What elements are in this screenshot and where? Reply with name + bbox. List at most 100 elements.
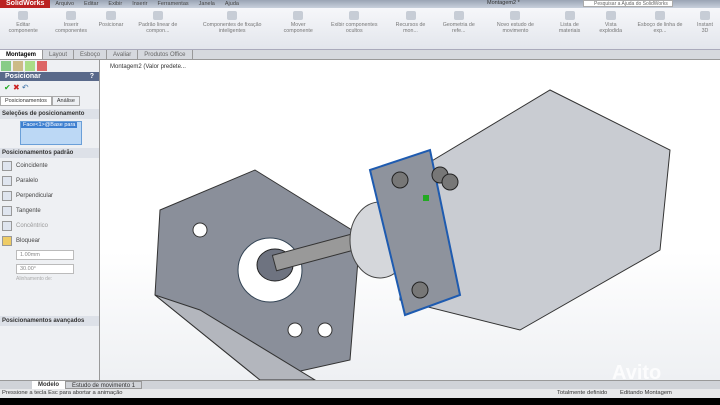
- label: Exibir componentes ocultos: [330, 22, 378, 34]
- status-message: Pressione a tecla Esc para abortar a ani…: [2, 390, 123, 396]
- advanced-mates-header[interactable]: Posicionamentos avançados: [0, 316, 99, 326]
- cancel-icon[interactable]: ✖: [13, 83, 20, 92]
- smart-fasteners-button[interactable]: Componentes de fixação inteligentes: [190, 8, 275, 49]
- new-motion-study-button[interactable]: Novo estudo de movimento: [483, 8, 548, 49]
- manager-tabs: [0, 60, 99, 72]
- tab-avaliar[interactable]: Avaliar: [107, 50, 139, 59]
- mate-lock[interactable]: Bloquear: [0, 233, 99, 248]
- features-icon: [405, 11, 416, 20]
- insert-components-button[interactable]: Inserir componentes: [46, 8, 96, 49]
- command-manager: Editar componente Inserir componentes Po…: [0, 8, 720, 50]
- label: Lista de materiais: [558, 22, 581, 34]
- label: Inserir componentes: [55, 22, 88, 34]
- tab-modelo[interactable]: Modelo: [32, 381, 65, 389]
- title-bar: SolidWorks Arquivo Editar Exibir Inserir…: [0, 0, 720, 8]
- tab-posicionamentos[interactable]: Posicionamentos: [0, 96, 52, 106]
- panel-title: Posicionar?: [0, 72, 99, 81]
- assembly-model: [154, 89, 671, 380]
- menu-inserir[interactable]: Inserir: [127, 1, 152, 7]
- label: Novo estudo de movimento: [496, 22, 534, 34]
- tab-motion-study[interactable]: Estudo de movimento 1: [65, 381, 143, 389]
- concentric-icon: [2, 220, 12, 231]
- bom-icon: [564, 11, 575, 20]
- explode-line-sketch-button[interactable]: Esboço de linha de exp...: [630, 8, 690, 49]
- perpendicular-icon: [2, 190, 12, 201]
- sketch-icon: [654, 11, 665, 20]
- menu-editar[interactable]: Editar: [79, 1, 103, 7]
- linear-pattern-button[interactable]: Padrão linear de compon...: [126, 8, 190, 49]
- parallel-icon: [2, 175, 12, 186]
- label: Componentes de fixação inteligentes: [202, 22, 262, 34]
- edit-component-icon: [18, 11, 29, 20]
- status-defined: Totalmente definido: [557, 390, 608, 396]
- label: Concêntrico: [16, 222, 49, 229]
- help-search-input[interactable]: Pesquisar a Ajuda do SolidWorks: [583, 0, 673, 7]
- label: Mover componente: [283, 22, 313, 34]
- undo-icon[interactable]: ↶: [22, 83, 29, 92]
- label: Recursos de mon...: [395, 22, 426, 34]
- document-title: Montagem2 *: [487, 0, 520, 6]
- mate-parallel[interactable]: Paralelo: [0, 173, 99, 188]
- assembly-features-button[interactable]: Recursos de mon...: [387, 8, 435, 49]
- menu-arquivo[interactable]: Arquivo: [50, 1, 79, 7]
- menu-janela[interactable]: Janela: [194, 1, 220, 7]
- mate-concentric[interactable]: Concêntrico: [0, 218, 99, 233]
- app-logo: SolidWorks: [0, 0, 51, 8]
- bom-button[interactable]: Lista de materiais: [548, 8, 592, 49]
- mate-selections-list[interactable]: Face<1>@Base para: [20, 121, 82, 145]
- tab-layout[interactable]: Layout: [43, 50, 75, 59]
- configuration-manager-tab-icon[interactable]: [25, 61, 35, 71]
- alignment-label: Alinhamento de:: [16, 276, 53, 282]
- label: Coincidente: [16, 162, 48, 169]
- status-bar: Pressione a tecla Esc para abortar a ani…: [0, 389, 720, 398]
- coincident-icon: [2, 160, 12, 171]
- feature-manager-tab-icon[interactable]: [1, 61, 11, 71]
- tab-esboco[interactable]: Esboço: [74, 50, 108, 59]
- reference-geometry-button[interactable]: Geometria de refe...: [434, 8, 483, 49]
- ok-icon[interactable]: ✔: [4, 83, 11, 92]
- label: Perpendicular: [16, 192, 54, 199]
- angle-input[interactable]: 30.00°: [16, 264, 74, 274]
- status-editing: Editando Montagem: [620, 390, 672, 396]
- mate-coincident[interactable]: Coincidente: [0, 158, 99, 173]
- label: Editar componente: [8, 22, 38, 34]
- menu-exibir[interactable]: Exibir: [103, 1, 127, 7]
- tangent-icon: [2, 205, 12, 216]
- show-hidden-icon: [349, 11, 360, 20]
- subtabs: Posicionamentos Análise: [0, 96, 99, 106]
- instant3d-icon: [699, 11, 710, 20]
- mate-handle: [423, 195, 429, 201]
- explode-icon: [605, 11, 616, 20]
- move-component-button[interactable]: Mover componente: [275, 8, 322, 49]
- label: Bloquear: [16, 237, 41, 244]
- mate-selections-header[interactable]: Seleções de posicionamento: [0, 109, 99, 119]
- graphics-area[interactable]: Montagem2 (Valor predete...: [100, 60, 720, 380]
- move-icon: [293, 11, 304, 20]
- insert-icon: [66, 11, 77, 20]
- appearance-tab-icon[interactable]: [37, 61, 47, 71]
- instant3d-button[interactable]: Instant 3D: [690, 8, 720, 49]
- tab-analise[interactable]: Análise: [51, 96, 80, 106]
- edit-component-button[interactable]: Editar componente: [0, 8, 46, 49]
- watermark-logo: Avito: [612, 362, 662, 384]
- command-tabs: Montagem Layout Esboço Avaliar Produtos …: [0, 50, 720, 60]
- tab-montagem[interactable]: Montagem: [0, 50, 43, 59]
- menu-ferramentas[interactable]: Ferramentas: [152, 1, 193, 7]
- exploded-view-button[interactable]: Vista explodida: [591, 8, 630, 49]
- action-buttons: ✔ ✖ ↶: [0, 81, 99, 94]
- mate-tangent[interactable]: Tangente: [0, 203, 99, 218]
- label: Instant 3D: [697, 22, 713, 34]
- tab-produtos-office[interactable]: Produtos Office: [138, 50, 193, 59]
- mate-button[interactable]: Posicionar: [96, 8, 126, 49]
- menu-ajuda[interactable]: Ajuda: [220, 1, 244, 7]
- selection-item[interactable]: Face<1>@Base para: [21, 122, 78, 128]
- mate-perpendicular[interactable]: Perpendicular: [0, 188, 99, 203]
- distance-input[interactable]: 1.00mm: [16, 250, 74, 260]
- mate-icon: [105, 11, 116, 20]
- standard-mates-header[interactable]: Posicionamentos padrão: [0, 148, 99, 158]
- property-manager-tab-icon[interactable]: [13, 61, 23, 71]
- help-icon[interactable]: ?: [90, 73, 94, 80]
- label: Padrão linear de compon...: [138, 22, 178, 34]
- motion-icon: [510, 11, 521, 20]
- show-hidden-button[interactable]: Exibir componentes ocultos: [322, 8, 387, 49]
